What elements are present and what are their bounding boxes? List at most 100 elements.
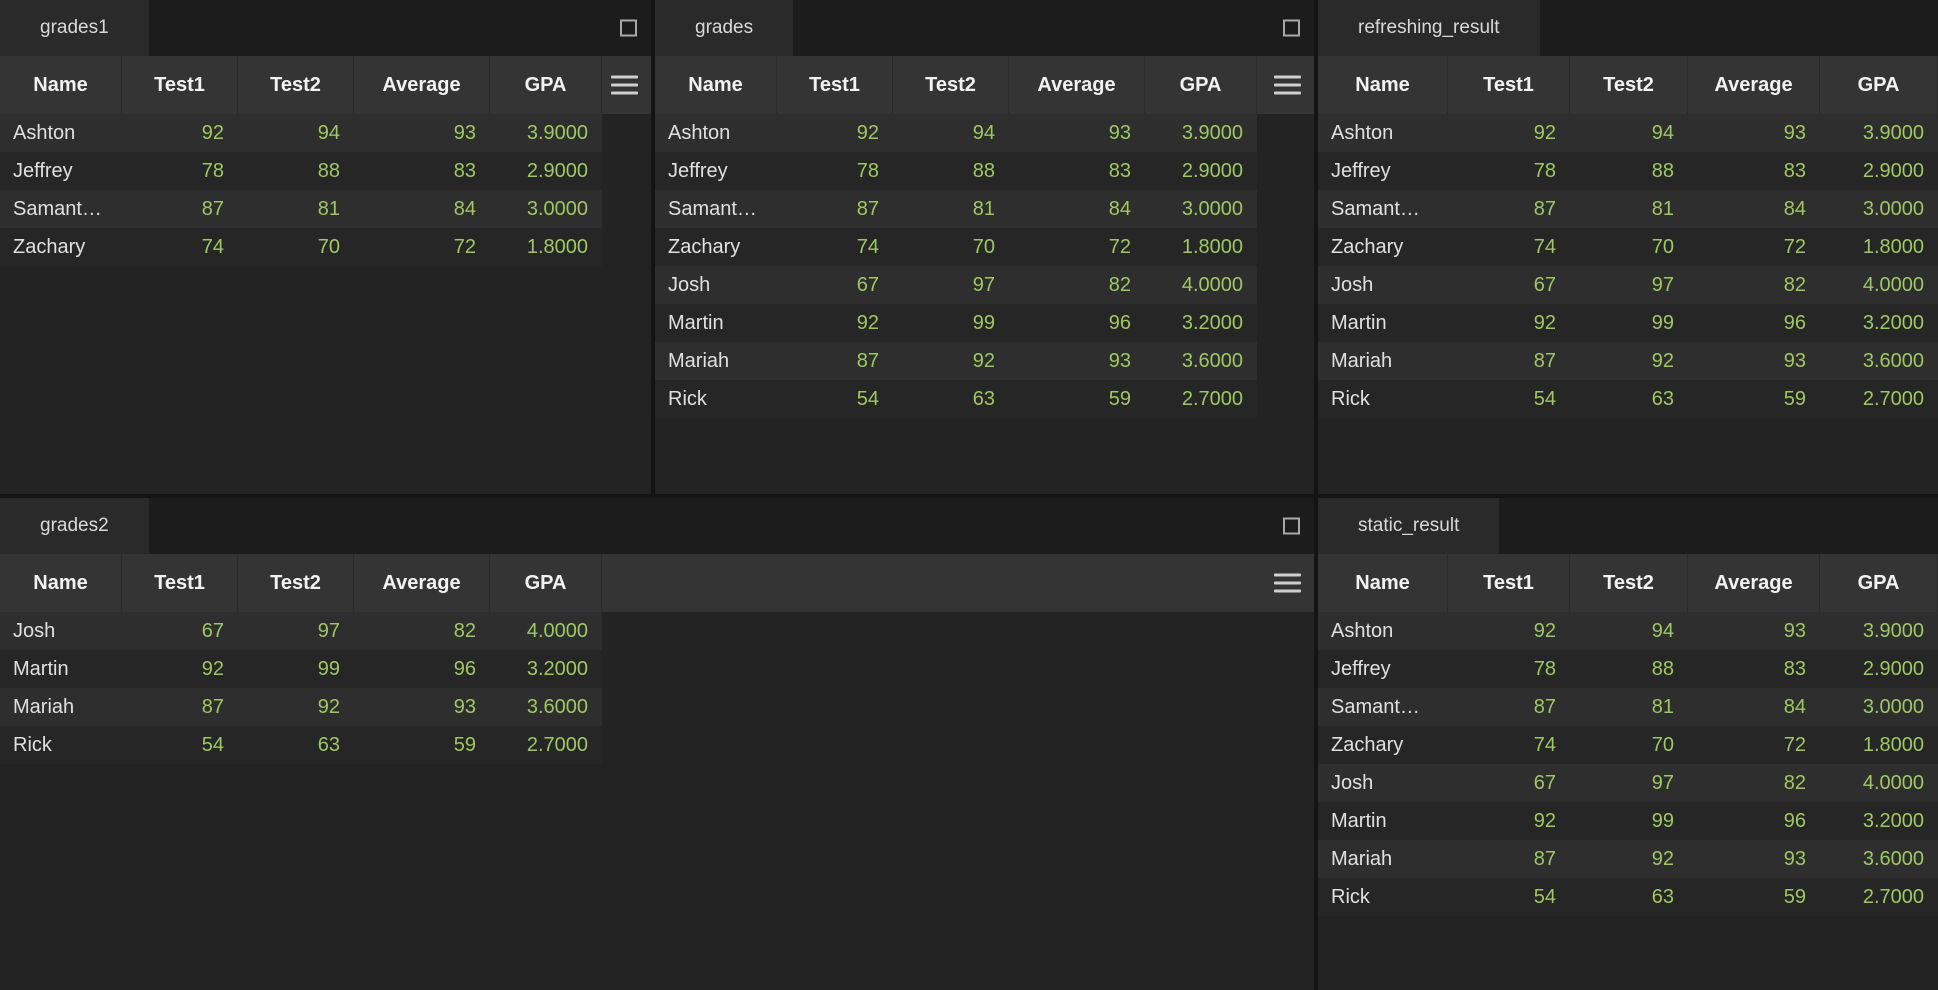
cell-name[interactable]: Ashton xyxy=(1318,114,1448,152)
cell-gpa[interactable]: 3.6000 xyxy=(1820,342,1938,380)
column-header-test1[interactable]: Test1 xyxy=(1448,554,1570,612)
column-header-gpa[interactable]: GPA xyxy=(1820,56,1938,114)
cell-test2[interactable]: 92 xyxy=(893,342,1009,380)
cell-average[interactable]: 59 xyxy=(354,726,490,764)
table-row[interactable]: Ashton9294933.9000 xyxy=(1318,612,1938,650)
cell-test1[interactable]: 67 xyxy=(1448,266,1570,304)
cell-average[interactable]: 96 xyxy=(1688,802,1820,840)
cell-gpa[interactable]: 3.9000 xyxy=(1820,114,1938,152)
cell-gpa[interactable]: 3.9000 xyxy=(1820,612,1938,650)
cell-test1[interactable]: 87 xyxy=(1448,840,1570,878)
column-header-average[interactable]: Average xyxy=(1688,554,1820,612)
cell-name[interactable]: Jeffrey xyxy=(0,152,122,190)
cell-test2[interactable]: 81 xyxy=(1570,190,1688,228)
tab-static-result[interactable]: static_result xyxy=(1318,498,1499,554)
cell-average[interactable]: 72 xyxy=(354,228,490,266)
table-row[interactable]: Mariah8792933.6000 xyxy=(655,342,1257,380)
cell-name[interactable]: Rick xyxy=(1318,380,1448,418)
cell-name[interactable]: Zachary xyxy=(0,228,122,266)
cell-average[interactable]: 83 xyxy=(1009,152,1145,190)
cell-name[interactable]: Rick xyxy=(0,726,122,764)
cell-gpa[interactable]: 2.7000 xyxy=(1820,878,1938,916)
cell-name[interactable]: Martin xyxy=(1318,304,1448,342)
cell-test2[interactable]: 63 xyxy=(893,380,1009,418)
table-row[interactable]: Ashton9294933.9000 xyxy=(1318,114,1938,152)
cell-test2[interactable]: 97 xyxy=(893,266,1009,304)
cell-test2[interactable]: 99 xyxy=(893,304,1009,342)
cell-test1[interactable]: 92 xyxy=(122,114,238,152)
cell-gpa[interactable]: 3.2000 xyxy=(1820,802,1938,840)
column-header-gpa[interactable]: GPA xyxy=(490,554,602,612)
cell-average[interactable]: 72 xyxy=(1688,228,1820,266)
cell-gpa[interactable]: 2.9000 xyxy=(1820,650,1938,688)
table-row[interactable]: Josh6797824.0000 xyxy=(0,612,602,650)
cell-test1[interactable]: 92 xyxy=(1448,802,1570,840)
table-row[interactable]: Rick5463592.7000 xyxy=(1318,380,1938,418)
table-row[interactable]: Samant…8781843.0000 xyxy=(1318,688,1938,726)
cell-gpa[interactable]: 3.0000 xyxy=(1820,688,1938,726)
cell-test2[interactable]: 88 xyxy=(1570,152,1688,190)
table-row[interactable]: Josh6797824.0000 xyxy=(655,266,1257,304)
cell-average[interactable]: 82 xyxy=(1009,266,1145,304)
cell-gpa[interactable]: 4.0000 xyxy=(1820,266,1938,304)
cell-test1[interactable]: 78 xyxy=(1448,152,1570,190)
cell-gpa[interactable]: 3.2000 xyxy=(1820,304,1938,342)
column-header-name[interactable]: Name xyxy=(655,56,777,114)
cell-test1[interactable]: 92 xyxy=(122,650,238,688)
cell-test1[interactable]: 92 xyxy=(1448,612,1570,650)
cell-average[interactable]: 82 xyxy=(354,612,490,650)
column-header-test2[interactable]: Test2 xyxy=(893,56,1009,114)
column-header-gpa[interactable]: GPA xyxy=(1145,56,1257,114)
menu-icon[interactable] xyxy=(611,76,638,95)
cell-average[interactable]: 96 xyxy=(1009,304,1145,342)
cell-gpa[interactable]: 2.7000 xyxy=(490,726,602,764)
cell-name[interactable]: Martin xyxy=(0,650,122,688)
cell-gpa[interactable]: 3.6000 xyxy=(1820,840,1938,878)
cell-test1[interactable]: 74 xyxy=(777,228,893,266)
cell-gpa[interactable]: 1.8000 xyxy=(490,228,602,266)
table-row[interactable]: Martin9299963.2000 xyxy=(1318,304,1938,342)
cell-average[interactable]: 84 xyxy=(1688,190,1820,228)
cell-name[interactable]: Ashton xyxy=(0,114,122,152)
column-header-test1[interactable]: Test1 xyxy=(1448,56,1570,114)
cell-test2[interactable]: 81 xyxy=(893,190,1009,228)
cell-average[interactable]: 83 xyxy=(354,152,490,190)
table-row[interactable]: Samant…8781843.0000 xyxy=(655,190,1257,228)
menu-icon[interactable] xyxy=(1274,574,1301,593)
cell-gpa[interactable]: 4.0000 xyxy=(490,612,602,650)
cell-gpa[interactable]: 3.0000 xyxy=(1820,190,1938,228)
cell-gpa[interactable]: 2.7000 xyxy=(1820,380,1938,418)
cell-name[interactable]: Mariah xyxy=(1318,840,1448,878)
cell-average[interactable]: 59 xyxy=(1688,878,1820,916)
cell-gpa[interactable]: 3.2000 xyxy=(1145,304,1257,342)
cell-average[interactable]: 72 xyxy=(1688,726,1820,764)
cell-gpa[interactable]: 2.7000 xyxy=(1145,380,1257,418)
cell-gpa[interactable]: 2.9000 xyxy=(490,152,602,190)
cell-name[interactable]: Jeffrey xyxy=(655,152,777,190)
table-row[interactable]: Rick5463592.7000 xyxy=(0,726,602,764)
cell-name[interactable]: Zachary xyxy=(1318,228,1448,266)
cell-test1[interactable]: 87 xyxy=(1448,342,1570,380)
cell-gpa[interactable]: 1.8000 xyxy=(1820,726,1938,764)
table-row[interactable]: Rick5463592.7000 xyxy=(1318,878,1938,916)
cell-name[interactable]: Ashton xyxy=(655,114,777,152)
cell-test2[interactable]: 63 xyxy=(1570,878,1688,916)
cell-average[interactable]: 59 xyxy=(1688,380,1820,418)
cell-gpa[interactable]: 3.6000 xyxy=(1145,342,1257,380)
cell-test1[interactable]: 87 xyxy=(122,688,238,726)
cell-test2[interactable]: 63 xyxy=(1570,380,1688,418)
cell-test1[interactable]: 87 xyxy=(1448,190,1570,228)
cell-test1[interactable]: 87 xyxy=(1448,688,1570,726)
maximize-icon[interactable] xyxy=(1283,20,1300,37)
cell-test1[interactable]: 67 xyxy=(122,612,238,650)
cell-gpa[interactable]: 3.0000 xyxy=(490,190,602,228)
cell-name[interactable]: Rick xyxy=(1318,878,1448,916)
cell-name[interactable]: Martin xyxy=(655,304,777,342)
cell-average[interactable]: 82 xyxy=(1688,266,1820,304)
column-header-name[interactable]: Name xyxy=(0,554,122,612)
column-header-test1[interactable]: Test1 xyxy=(777,56,893,114)
cell-test2[interactable]: 99 xyxy=(1570,802,1688,840)
cell-name[interactable]: Zachary xyxy=(655,228,777,266)
table-row[interactable]: Samant…8781843.0000 xyxy=(1318,190,1938,228)
table-row[interactable]: Rick5463592.7000 xyxy=(655,380,1257,418)
